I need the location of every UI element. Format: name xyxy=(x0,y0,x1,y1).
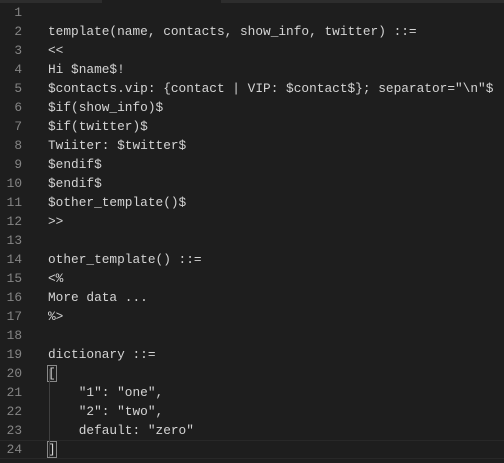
line-number: 1 xyxy=(14,5,22,20)
line-number: 4 xyxy=(14,62,22,77)
code-text: $endif$ xyxy=(48,157,102,172)
code-text: "2": "two", xyxy=(48,404,164,419)
indent-guide xyxy=(49,369,50,457)
code-line[interactable]: 18 xyxy=(0,326,504,345)
code-text: Twiiter: $twitter$ xyxy=(48,138,187,153)
line-number: 23 xyxy=(6,423,22,438)
line-number: 19 xyxy=(6,347,22,362)
code-line[interactable]: 8 Twiiter: $twitter$ xyxy=(0,136,504,155)
code-line[interactable]: 2 template(name, contacts, show_info, twi… xyxy=(0,22,504,41)
code-line[interactable]: 15 <% xyxy=(0,269,504,288)
code-line[interactable]: 14 other_template() ::= xyxy=(0,250,504,269)
line-number: 5 xyxy=(14,81,22,96)
code-text: << xyxy=(48,43,64,58)
line-number: 14 xyxy=(6,252,22,267)
code-line[interactable]: 10 $endif$ xyxy=(0,174,504,193)
line-number: 7 xyxy=(14,119,22,134)
code-line[interactable]: 9 $endif$ xyxy=(0,155,504,174)
line-number: 6 xyxy=(14,100,22,115)
line-number: 24 xyxy=(6,442,22,457)
code-text: More data ... xyxy=(48,290,148,305)
code-text: >> xyxy=(48,214,64,229)
line-number: 17 xyxy=(6,309,22,324)
code-line[interactable]: 4 Hi $name$! xyxy=(0,60,504,79)
code-text: $if(show_info)$ xyxy=(48,100,164,115)
code-text: $if(twitter)$ xyxy=(48,119,148,134)
code-line[interactable]: 11 $other_template()$ xyxy=(0,193,504,212)
code-line[interactable]: 20[ xyxy=(0,364,504,383)
code-line[interactable]: 23 default: "zero" xyxy=(0,421,504,440)
line-number: 2 xyxy=(14,24,22,39)
code-editor[interactable]: 1 2 template(name, contacts, show_info, tw… xyxy=(0,3,504,459)
line-number: 22 xyxy=(6,404,22,419)
code-text: template(name, contacts, show_info, twit… xyxy=(48,24,417,39)
code-text: other_template() ::= xyxy=(48,252,202,267)
code-line[interactable]: 3 << xyxy=(0,41,504,60)
line-number: 16 xyxy=(6,290,22,305)
code-line[interactable]: 19 dictionary ::= xyxy=(0,345,504,364)
code-line[interactable]: 13 xyxy=(0,231,504,250)
code-line[interactable]: 12 >> xyxy=(0,212,504,231)
code-text: $other_template()$ xyxy=(48,195,187,210)
line-number: 3 xyxy=(14,43,22,58)
code-line[interactable]: 22 "2": "two", xyxy=(0,402,504,421)
code-line[interactable]: 5 $contacts.vip: {contact | VIP: $contact… xyxy=(0,79,504,98)
code-line[interactable]: 17 %> xyxy=(0,307,504,326)
code-line[interactable]: 16 More data ... xyxy=(0,288,504,307)
line-number: 11 xyxy=(6,195,22,210)
code-text: <% xyxy=(48,271,64,286)
line-number: 8 xyxy=(14,138,22,153)
code-line[interactable]: 21 "1": "one", xyxy=(0,383,504,402)
code-text: $contacts.vip: {contact | VIP: $contact$… xyxy=(48,81,494,96)
code-text: "1": "one", xyxy=(48,385,164,400)
line-number: 20 xyxy=(6,366,22,381)
line-number: 21 xyxy=(6,385,22,400)
code-text: dictionary ::= xyxy=(48,347,156,362)
code-text: Hi $name$! xyxy=(48,62,125,77)
code-text: %> xyxy=(48,309,64,324)
line-number: 9 xyxy=(14,157,22,172)
code-line[interactable]: 7 $if(twitter)$ xyxy=(0,117,504,136)
code-text: default: "zero" xyxy=(48,423,194,438)
line-number: 10 xyxy=(6,176,22,191)
line-number: 12 xyxy=(6,214,22,229)
line-number: 15 xyxy=(6,271,22,286)
line-number: 13 xyxy=(6,233,22,248)
code-line[interactable]: 24] xyxy=(0,440,504,459)
code-line[interactable]: 6 $if(show_info)$ xyxy=(0,98,504,117)
line-number: 18 xyxy=(6,328,22,343)
code-line[interactable]: 1 xyxy=(0,3,504,22)
code-text: $endif$ xyxy=(48,176,102,191)
